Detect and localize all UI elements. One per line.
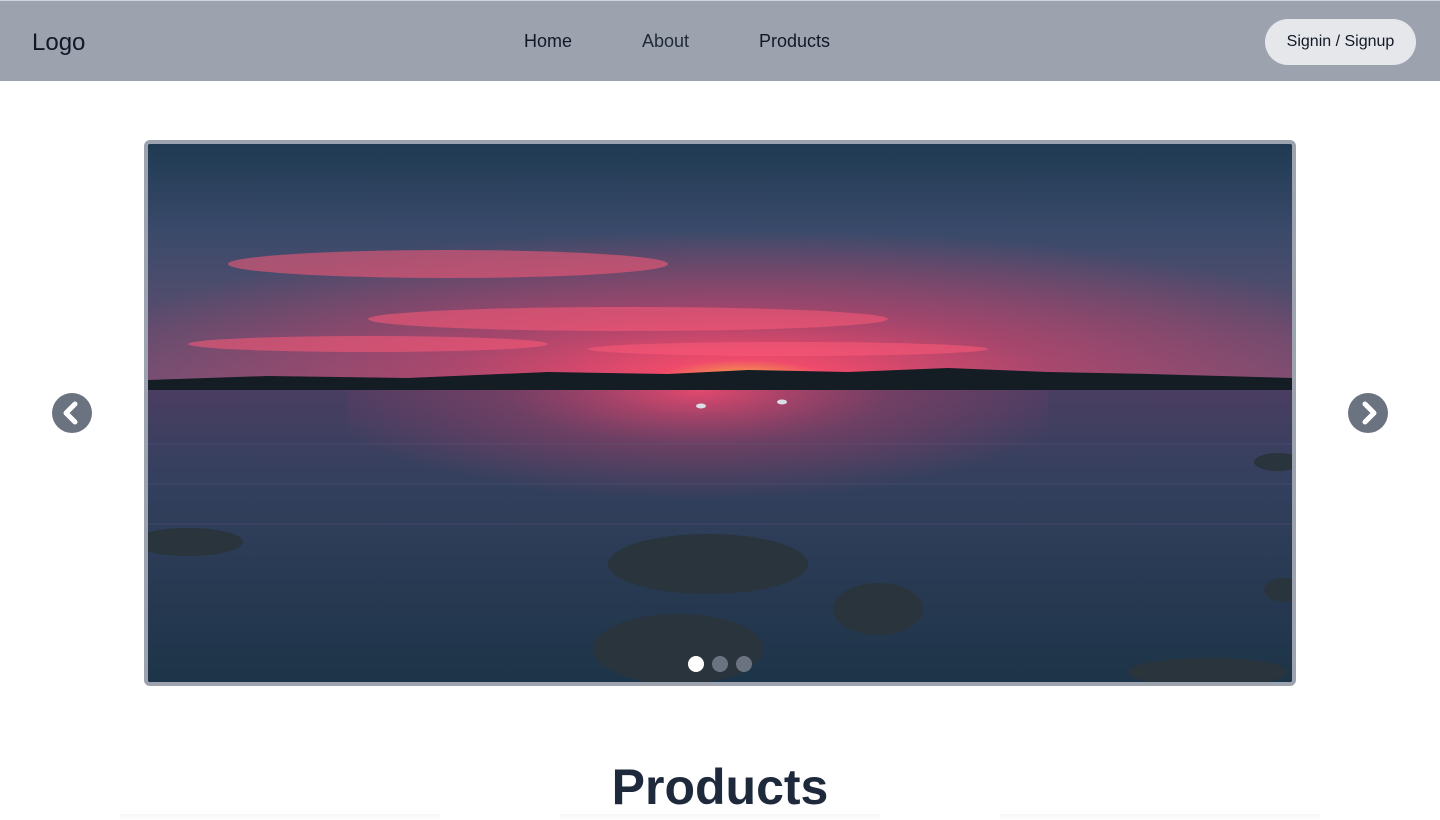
carousel-dot[interactable]	[688, 656, 704, 672]
chevron-left-icon	[63, 401, 78, 425]
product-card	[1000, 814, 1320, 820]
carousel-dot[interactable]	[736, 656, 752, 672]
nav-about-link[interactable]: About	[642, 31, 689, 52]
carousel-slide-image	[148, 144, 1292, 682]
nav-home-link[interactable]: Home	[524, 31, 572, 52]
carousel-indicators	[688, 656, 752, 672]
hero-carousel	[144, 140, 1296, 686]
carousel-next-button[interactable]	[1348, 393, 1388, 433]
products-section-title: Products	[611, 759, 829, 815]
product-card	[120, 814, 440, 820]
product-card	[560, 814, 880, 820]
carousel-dot[interactable]	[712, 656, 728, 672]
nav-products-link[interactable]: Products	[759, 31, 830, 52]
logo[interactable]: Logo	[32, 29, 85, 57]
carousel-prev-button[interactable]	[52, 393, 92, 433]
navbar: Logo Home About Products Signin / Signup	[0, 0, 1440, 81]
chevron-right-icon	[1362, 401, 1377, 425]
signin-signup-button[interactable]: Signin / Signup	[1265, 19, 1416, 65]
